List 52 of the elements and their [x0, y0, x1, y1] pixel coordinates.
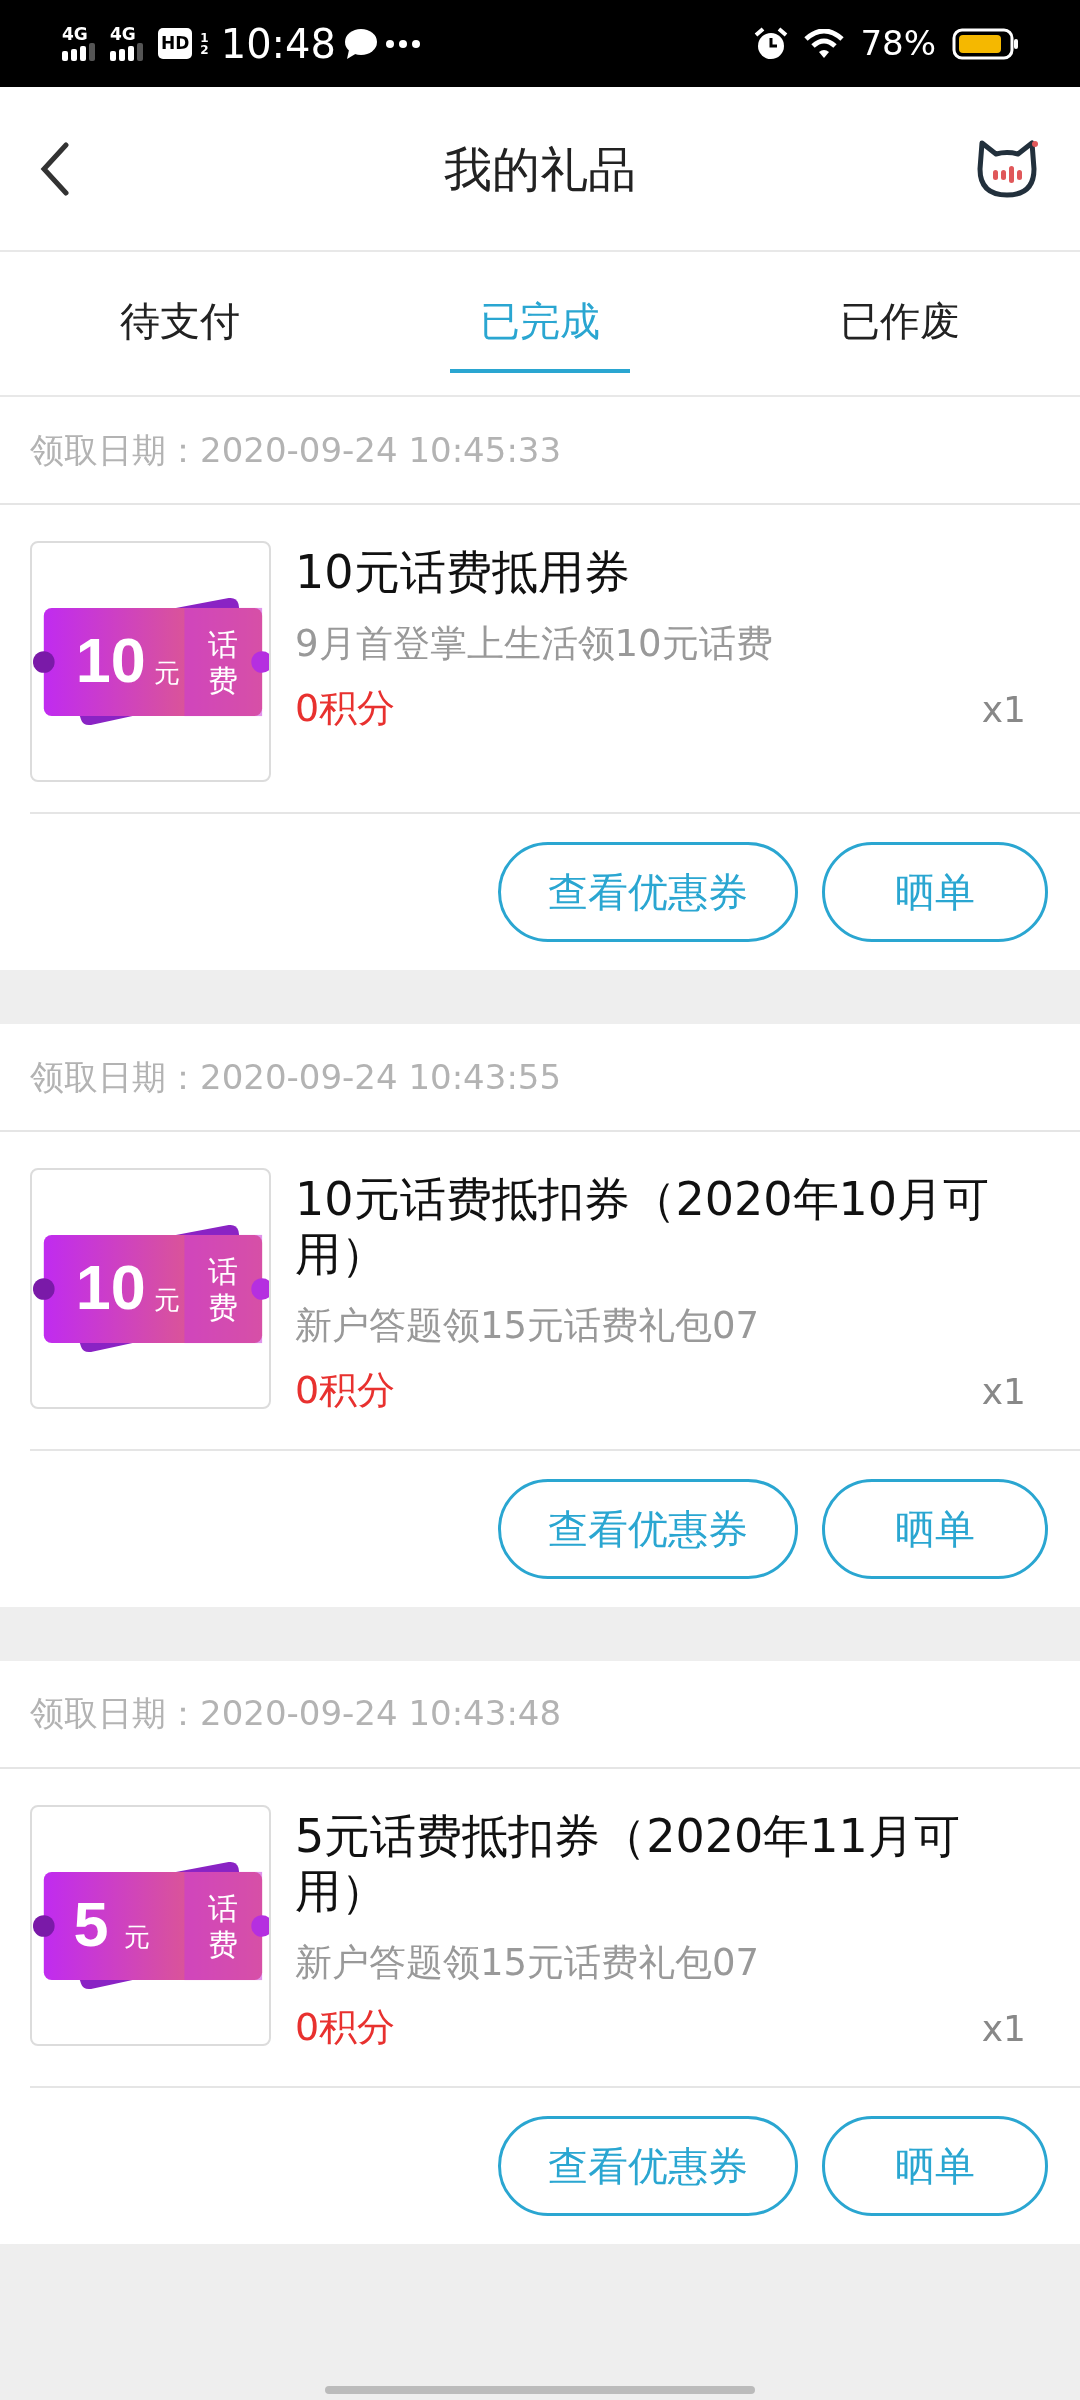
more-dots-icon: [386, 39, 420, 48]
points-cost: 0积分: [295, 684, 396, 732]
chat-bubble-icon: [344, 27, 378, 60]
signal-icon: [110, 43, 146, 61]
coupon-unit: 元: [124, 1921, 151, 1952]
gift-title: 5元话费抵扣券（2020年11月可用）: [295, 1807, 961, 1920]
view-coupon-button[interactable]: 查看优惠券: [498, 2115, 798, 2216]
coupon-unit: 元: [153, 657, 180, 688]
claim-date: 2020-09-24 10:45:33: [200, 428, 562, 472]
points-cost: 0积分: [295, 1366, 396, 1414]
hd-label: HD: [158, 27, 193, 60]
tab[interactable]: 已完成: [450, 274, 630, 373]
coupon-amount: 10: [75, 1251, 146, 1322]
tab[interactable]: 待支付: [90, 274, 270, 373]
quantity: x1: [981, 1369, 1026, 1414]
view-coupon-button[interactable]: 查看优惠券: [498, 1478, 798, 1579]
gift-source: 9月首登掌上生活领10元话费: [295, 621, 774, 668]
view-coupon-button[interactable]: 查看优惠券: [498, 842, 798, 942]
gift-title: 10元话费抵用券: [295, 544, 631, 601]
coupon-label: 话费: [207, 1255, 238, 1325]
date-label: 领取日期：: [30, 1055, 200, 1099]
coupon-unit: 元: [153, 1284, 180, 1315]
coupon-label: 话费: [207, 628, 238, 698]
back-button[interactable]: [40, 141, 70, 196]
claim-date: 2020-09-24 10:43:55: [200, 1055, 562, 1099]
signal-icon: [62, 43, 98, 61]
sim-number: 2: [200, 43, 209, 56]
wifi-icon: [804, 28, 845, 59]
gift-source: 新户答题领15元话费礼包07: [295, 1940, 761, 1987]
share-button[interactable]: 晒单: [822, 1478, 1048, 1579]
alarm-clock-icon: [754, 26, 789, 61]
network-label: 4G: [62, 26, 89, 43]
gift-source: 新户答题领15元话费礼包07: [295, 1303, 761, 1350]
network-label: 4G: [110, 26, 137, 43]
sim-number: 1: [200, 31, 209, 44]
date-label: 领取日期：: [30, 1692, 200, 1736]
tab[interactable]: 已作废: [810, 274, 990, 373]
battery-percentage: 78%: [860, 22, 936, 65]
coupon-amount: 10: [75, 624, 146, 695]
claim-date: 2020-09-24 10:43:48: [200, 1692, 562, 1736]
coupon-amount: 5: [73, 1888, 109, 1959]
battery-icon: [952, 27, 1020, 60]
points-cost: 0积分: [295, 2003, 396, 2051]
date-label: 领取日期：: [30, 428, 200, 472]
share-button[interactable]: 晒单: [822, 2115, 1048, 2216]
clock-time: 10:48: [220, 19, 336, 69]
gift-title: 10元话费抵扣券（2020年10月可用）: [295, 1171, 991, 1283]
page-title: 我的礼品: [444, 139, 636, 199]
quantity: x1: [981, 2006, 1026, 2051]
quantity: x1: [981, 687, 1026, 732]
share-button[interactable]: 晒单: [822, 842, 1048, 942]
coupon-label: 话费: [207, 1892, 238, 1962]
